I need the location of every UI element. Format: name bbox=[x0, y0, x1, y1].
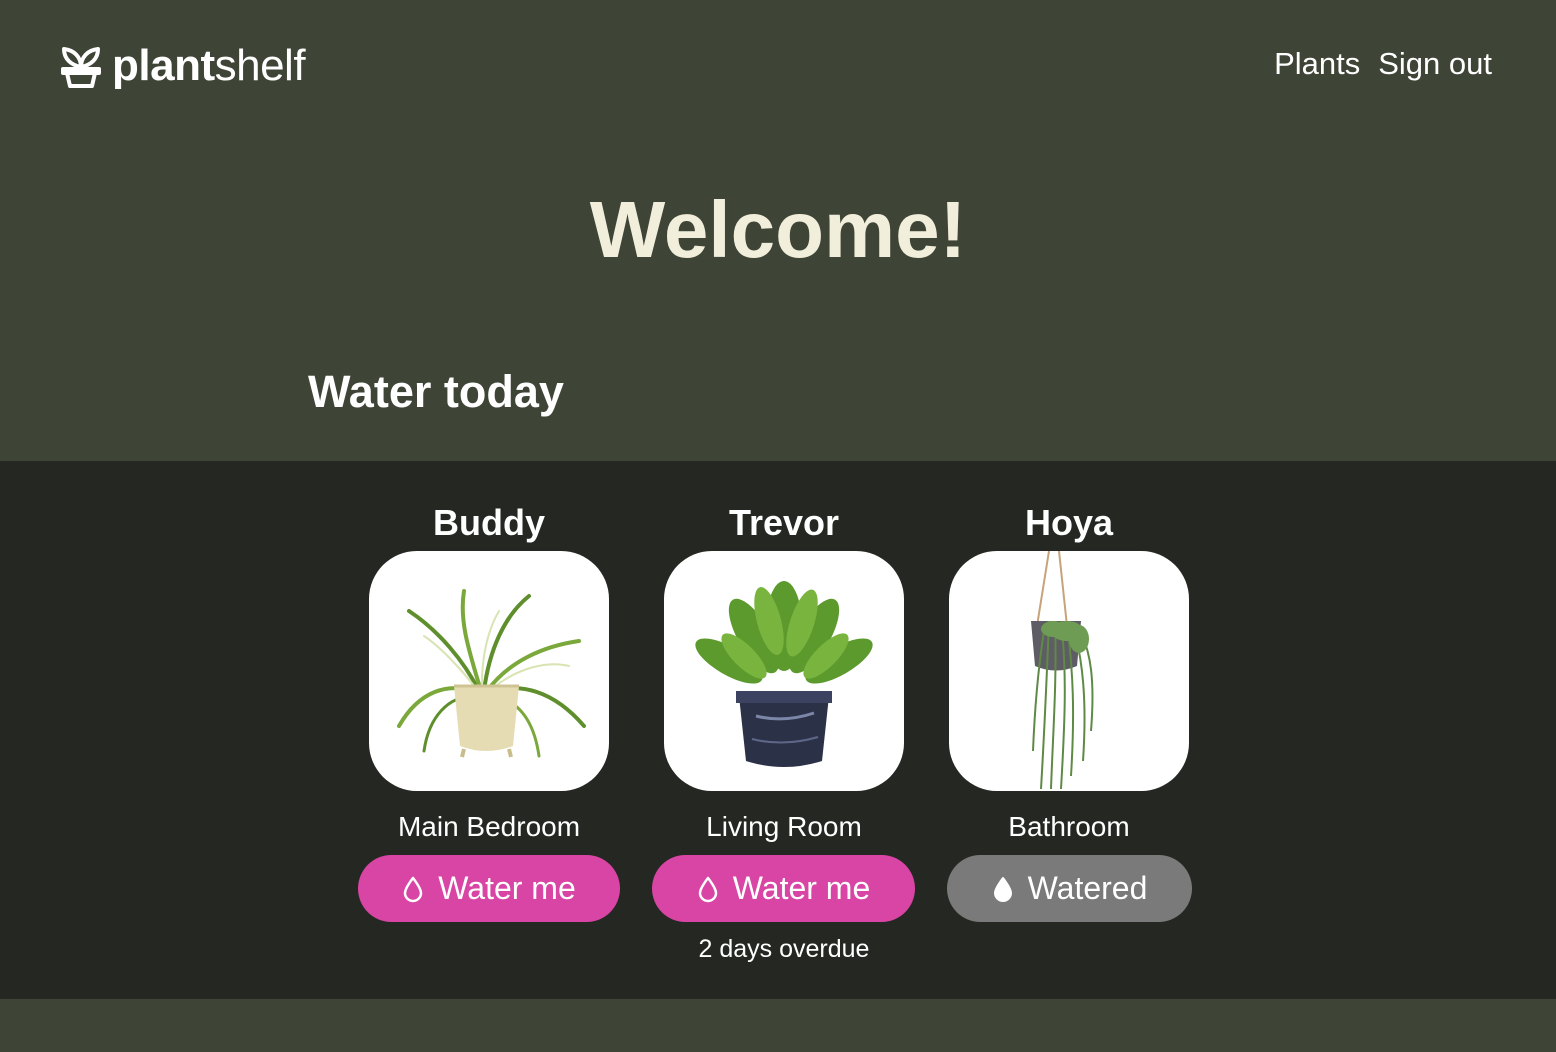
plant-image[interactable] bbox=[664, 551, 904, 791]
plant-image[interactable] bbox=[949, 551, 1189, 791]
plants-band: Buddy Main Bedroom Water me Trevor Livin… bbox=[0, 461, 1556, 999]
top-nav: Plants Sign out bbox=[1274, 46, 1492, 82]
section-title-water-today: Water today bbox=[308, 366, 564, 417]
logo-text-light: shelf bbox=[214, 41, 306, 90]
plant-room: Main Bedroom bbox=[397, 811, 581, 842]
water-me-button[interactable]: Water me bbox=[358, 855, 620, 922]
plant-name: Buddy bbox=[433, 502, 545, 543]
logo-text-bold: plant bbox=[112, 41, 215, 90]
plant-image[interactable] bbox=[369, 551, 609, 791]
hoya-hanging-plant-illustration bbox=[1031, 551, 1094, 790]
water-drop-filled-icon bbox=[993, 876, 1012, 902]
water-drop-outline-icon bbox=[404, 876, 423, 902]
plant-name: Hoya bbox=[1024, 502, 1114, 543]
welcome-heading: Welcome! bbox=[589, 185, 967, 274]
plant-room: Bathroom bbox=[1008, 811, 1130, 842]
overdue-note: 2 days overdue bbox=[698, 935, 870, 963]
app-logo[interactable]: plantshelf bbox=[60, 40, 306, 92]
nav-link-sign-out[interactable]: Sign out bbox=[1378, 46, 1492, 82]
app-header: plantshelf Plants Sign out bbox=[0, 0, 1556, 130]
calathea-plant-illustration bbox=[695, 581, 873, 767]
spider-plant-illustration bbox=[397, 589, 586, 758]
plant-room: Living Room bbox=[706, 811, 862, 842]
water-me-button[interactable]: Water me bbox=[652, 855, 915, 922]
water-drop-outline-icon bbox=[698, 876, 717, 902]
plant-name: Trevor bbox=[728, 502, 840, 543]
nav-link-plants[interactable]: Plants bbox=[1274, 46, 1360, 82]
logo-wordmark: plantshelf bbox=[112, 40, 306, 92]
watered-button-label: Watered bbox=[1027, 870, 1148, 906]
sprout-pot-icon bbox=[61, 47, 101, 88]
water-button-label: Water me bbox=[438, 870, 576, 906]
watered-button[interactable]: Watered bbox=[947, 855, 1192, 922]
water-button-label: Water me bbox=[732, 870, 871, 906]
